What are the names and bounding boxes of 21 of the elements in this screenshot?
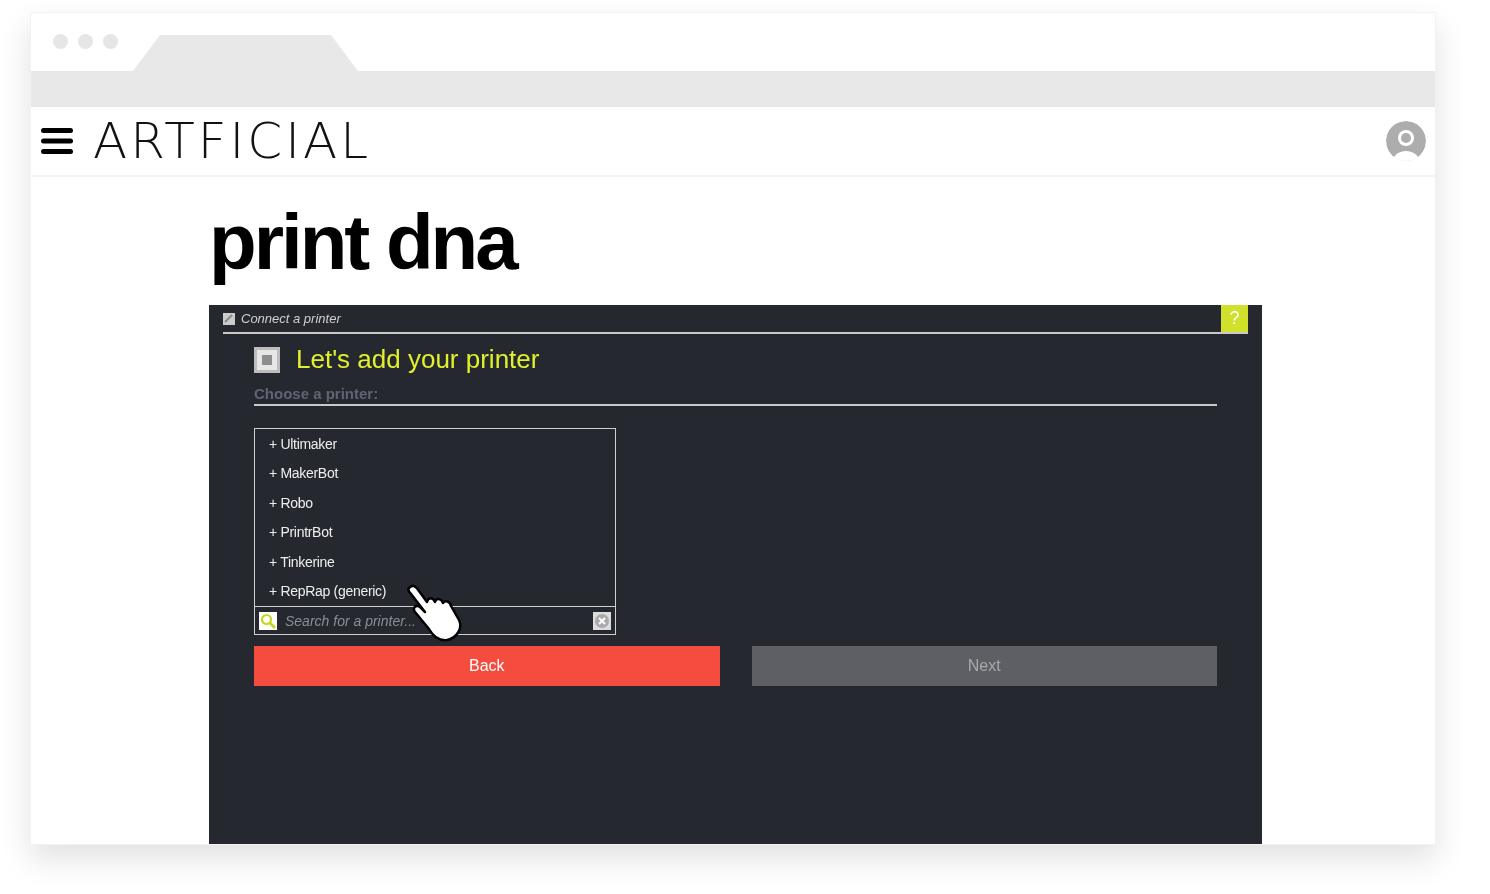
action-button[interactable]: Back [254, 646, 720, 686]
printer-list-item[interactable]: + MakerBot [255, 458, 338, 488]
printer-list-item[interactable]: + RepRap (generic) [255, 576, 387, 606]
printer-list-item[interactable]: + PrintrBot [255, 517, 333, 547]
printer-list-item[interactable]: + Ultimaker [255, 429, 337, 459]
window-dot [53, 34, 68, 49]
menu-icon[interactable] [41, 127, 73, 155]
dialog-title: Connect a printer [241, 311, 343, 326]
printer-list-item[interactable]: + Tinkerine [255, 547, 335, 577]
printer-list-item[interactable]: + Robo [255, 488, 313, 518]
dialog-heading: Let's add your printer [296, 344, 540, 375]
window-dot [103, 34, 118, 49]
site-logo[interactable]: ARTFICIAL [93, 116, 1386, 166]
page-title: print dna [209, 197, 518, 287]
section-label: Choose a printer: [254, 375, 1217, 406]
clear-icon[interactable] [593, 611, 611, 630]
search-field[interactable]: Search for a printer... [283, 611, 587, 630]
printer-icon [254, 346, 280, 373]
window-dot [78, 34, 93, 49]
printer-small-icon [223, 312, 235, 325]
search-icon [259, 611, 277, 630]
